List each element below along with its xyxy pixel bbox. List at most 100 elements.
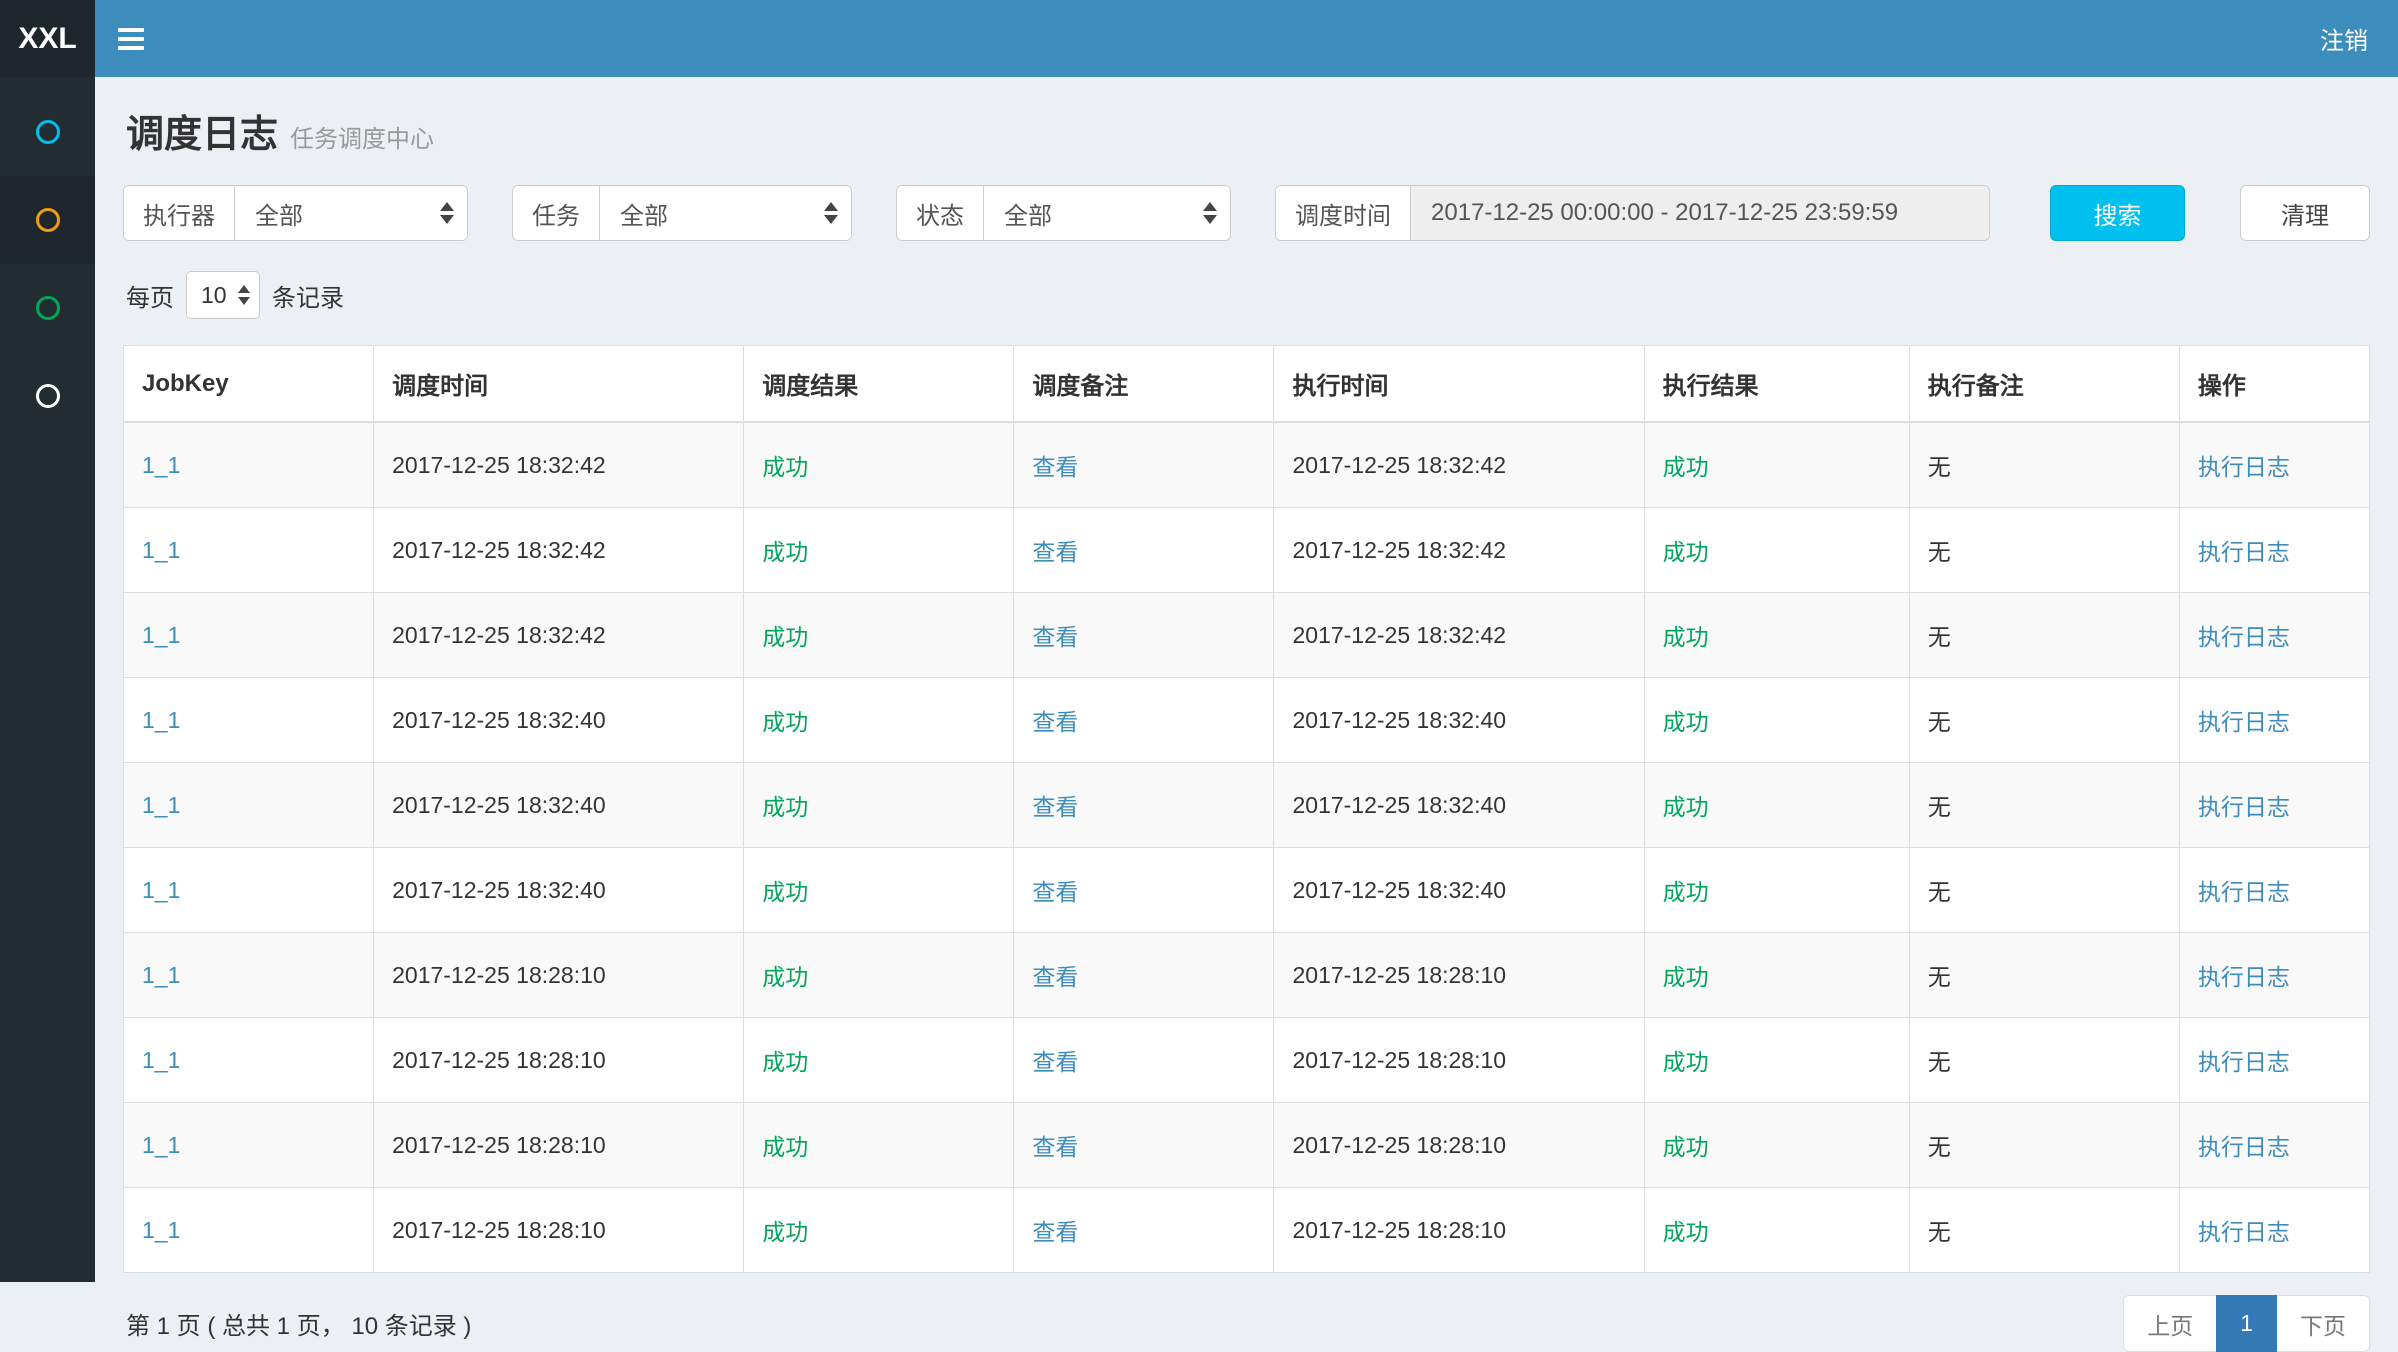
trigger-msg-cell: 查看 — [1014, 508, 1274, 593]
jobkey-cell: 1_1 — [124, 678, 374, 763]
sidebar-toggle-button[interactable] — [95, 0, 167, 77]
trigger-msg-cell: 查看 — [1014, 422, 1274, 508]
handle-result-text: 成功 — [1663, 879, 1709, 905]
jobkey-link[interactable]: 1_1 — [142, 962, 180, 988]
sidebar-item-job-manage[interactable] — [0, 264, 95, 352]
trigger-result-cell: 成功 — [744, 508, 1014, 593]
next-page-button[interactable]: 下页 — [2276, 1295, 2370, 1352]
exec-log-link[interactable]: 执行日志 — [2198, 454, 2290, 480]
job-filter-select[interactable]: 全部 — [600, 186, 851, 240]
jobkey-link[interactable]: 1_1 — [142, 707, 180, 733]
action-cell: 执行日志 — [2179, 422, 2369, 508]
handle-result-cell: 成功 — [1644, 933, 1909, 1018]
exec-log-link[interactable]: 执行日志 — [2198, 1134, 2290, 1160]
handle-result-text: 成功 — [1663, 539, 1709, 565]
sidebar-item-job-log[interactable] — [0, 176, 95, 264]
jobkey-link[interactable]: 1_1 — [142, 1132, 180, 1158]
col-header-handle-time: 执行时间 — [1274, 346, 1644, 423]
col-header-handle-msg: 执行备注 — [1909, 346, 2179, 423]
current-page-button[interactable]: 1 — [2216, 1295, 2277, 1352]
jobkey-link[interactable]: 1_1 — [142, 1047, 180, 1073]
job-filter-group: 任务 全部 — [512, 185, 852, 241]
logout-link[interactable]: 注销 — [2290, 0, 2398, 77]
exec-log-link[interactable]: 执行日志 — [2198, 1049, 2290, 1075]
jobkey-link[interactable]: 1_1 — [142, 537, 180, 563]
sidebar-item-dashboard[interactable] — [0, 88, 95, 176]
trigger-result-text: 成功 — [762, 709, 808, 735]
jobkey-cell: 1_1 — [124, 1103, 374, 1188]
sidebar-menu — [0, 77, 95, 440]
sidebar — [0, 77, 95, 1282]
sidebar-item-executor-manage[interactable] — [0, 352, 95, 440]
trigger-result-text: 成功 — [762, 1049, 808, 1075]
trigger-time-cell: 2017-12-25 18:28:10 — [374, 1103, 744, 1188]
prev-page-button[interactable]: 上页 — [2123, 1295, 2217, 1352]
trigger-msg-link[interactable]: 查看 — [1032, 879, 1078, 905]
trigger-time-cell: 2017-12-25 18:28:10 — [374, 1018, 744, 1103]
jobkey-cell: 1_1 — [124, 1188, 374, 1273]
trigger-msg-link[interactable]: 查看 — [1032, 964, 1078, 990]
search-button[interactable]: 搜索 — [2050, 185, 2185, 241]
log-table-row: 1_1 2017-12-25 18:32:40 成功 查看 2017-12-25… — [124, 848, 2370, 933]
trigger-msg-link[interactable]: 查看 — [1032, 624, 1078, 650]
trigger-msg-link[interactable]: 查看 — [1032, 794, 1078, 820]
log-table-header-row: JobKey 调度时间 调度结果 调度备注 执行时间 执行结果 执行备注 操作 — [124, 346, 2370, 423]
col-header-trigger-msg: 调度备注 — [1014, 346, 1274, 423]
page-size-bar: 每页 10 条记录 — [123, 271, 2370, 319]
trigger-time-range-input[interactable]: 2017-12-25 00:00:00 - 2017-12-25 23:59:5… — [1411, 186, 1989, 240]
status-filter-select[interactable]: 全部 — [984, 186, 1230, 240]
handle-msg-cell: 无 — [1909, 848, 2179, 933]
handle-result-text: 成功 — [1663, 1219, 1709, 1245]
filter-toolbar: 执行器 全部 任务 全部 状态 全部 调度时间 2017-12-25 00:00… — [123, 185, 2370, 241]
jobkey-link[interactable]: 1_1 — [142, 792, 180, 818]
log-table: JobKey 调度时间 调度结果 调度备注 执行时间 执行结果 执行备注 操作 … — [123, 345, 2370, 1273]
executor-filter-group: 执行器 全部 — [123, 185, 468, 241]
executor-manage-circle-icon — [36, 384, 60, 408]
handle-result-text: 成功 — [1663, 1049, 1709, 1075]
trigger-msg-link[interactable]: 查看 — [1032, 1134, 1078, 1160]
jobkey-link[interactable]: 1_1 — [142, 877, 180, 903]
exec-log-link[interactable]: 执行日志 — [2198, 539, 2290, 565]
job-filter-value: 全部 — [620, 196, 668, 231]
trigger-result-cell: 成功 — [744, 678, 1014, 763]
table-footer: 第 1 页 ( 总共 1 页， 10 条记录 ) 上页 1 下页 — [123, 1295, 2370, 1352]
app-logo[interactable]: XXL — [0, 0, 95, 77]
select-arrows-icon — [238, 285, 250, 305]
jobkey-link[interactable]: 1_1 — [142, 452, 180, 478]
col-header-jobkey: JobKey — [124, 346, 374, 423]
trigger-msg-cell: 查看 — [1014, 763, 1274, 848]
handle-msg-cell: 无 — [1909, 508, 2179, 593]
trigger-time-cell: 2017-12-25 18:32:42 — [374, 508, 744, 593]
executor-filter-value: 全部 — [255, 196, 303, 231]
handle-msg-cell: 无 — [1909, 593, 2179, 678]
exec-log-link[interactable]: 执行日志 — [2198, 879, 2290, 905]
trigger-msg-link[interactable]: 查看 — [1032, 454, 1078, 480]
jobkey-cell: 1_1 — [124, 1018, 374, 1103]
trigger-msg-cell: 查看 — [1014, 1103, 1274, 1188]
exec-log-link[interactable]: 执行日志 — [2198, 624, 2290, 650]
trigger-msg-cell: 查看 — [1014, 593, 1274, 678]
action-cell: 执行日志 — [2179, 763, 2369, 848]
jobkey-cell: 1_1 — [124, 508, 374, 593]
exec-log-link[interactable]: 执行日志 — [2198, 794, 2290, 820]
col-header-handle-result: 执行结果 — [1644, 346, 1909, 423]
exec-log-link[interactable]: 执行日志 — [2198, 709, 2290, 735]
clear-button[interactable]: 清理 — [2240, 185, 2370, 241]
trigger-msg-link[interactable]: 查看 — [1032, 709, 1078, 735]
trigger-msg-link[interactable]: 查看 — [1032, 1049, 1078, 1075]
handle-time-cell: 2017-12-25 18:32:42 — [1274, 508, 1644, 593]
jobkey-link[interactable]: 1_1 — [142, 622, 180, 648]
top-navbar: XXL 注销 — [0, 0, 2398, 77]
log-table-row: 1_1 2017-12-25 18:28:10 成功 查看 2017-12-25… — [124, 1188, 2370, 1273]
exec-log-link[interactable]: 执行日志 — [2198, 964, 2290, 990]
exec-log-link[interactable]: 执行日志 — [2198, 1219, 2290, 1245]
trigger-msg-cell: 查看 — [1014, 933, 1274, 1018]
jobkey-cell: 1_1 — [124, 933, 374, 1018]
jobkey-cell: 1_1 — [124, 593, 374, 678]
page-size-select[interactable]: 10 — [186, 271, 260, 319]
trigger-msg-link[interactable]: 查看 — [1032, 1219, 1078, 1245]
executor-filter-select[interactable]: 全部 — [235, 186, 467, 240]
jobkey-link[interactable]: 1_1 — [142, 1217, 180, 1243]
job-manage-circle-icon — [36, 296, 60, 320]
trigger-msg-link[interactable]: 查看 — [1032, 539, 1078, 565]
